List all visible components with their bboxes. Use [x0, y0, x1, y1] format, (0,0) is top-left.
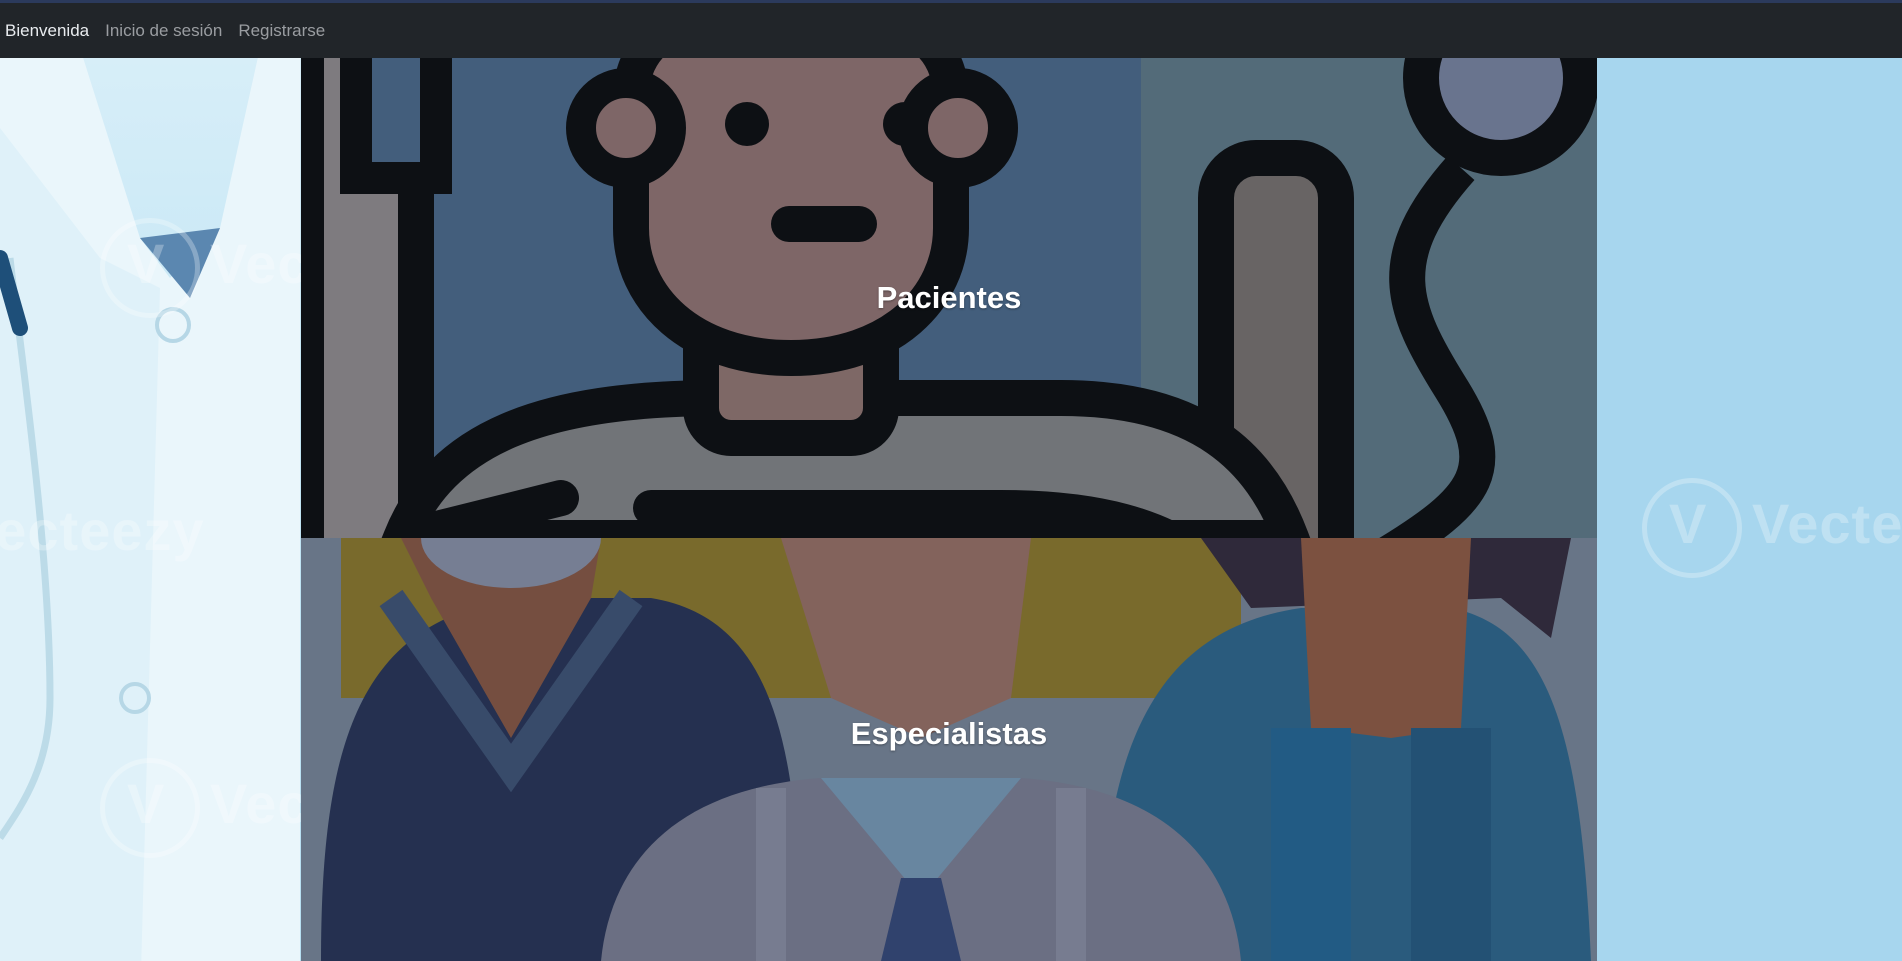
- vecteezy-logo-icon: V: [100, 218, 200, 318]
- watermark: Vecteezy: [0, 499, 205, 562]
- background-doctor-coat-image: VVecteezy Vecteezy VVecteezy: [0, 58, 301, 961]
- navbar: Bienvenida Inicio de sesión Registrarse: [0, 3, 1902, 58]
- especialistas-card[interactable]: Especialistas: [301, 538, 1597, 961]
- watermark: VVecteezy: [100, 218, 301, 318]
- pacientes-title: Pacientes: [876, 280, 1022, 315]
- especialistas-title: Especialistas: [850, 716, 1048, 751]
- nav-link-inicio-sesion[interactable]: Inicio de sesión: [105, 21, 222, 41]
- vecteezy-logo-icon: V: [1642, 478, 1742, 578]
- watermark: VVecteezy: [1642, 478, 1902, 578]
- watermark: VVecteezy: [100, 758, 301, 858]
- vecteezy-logo-icon: V: [100, 758, 200, 858]
- background-right-area: VVecteezy: [1597, 58, 1902, 961]
- pacientes-card[interactable]: Pacientes: [301, 58, 1597, 538]
- nav-link-bienvenida[interactable]: Bienvenida: [5, 21, 89, 41]
- nav-link-registrarse[interactable]: Registrarse: [238, 21, 325, 41]
